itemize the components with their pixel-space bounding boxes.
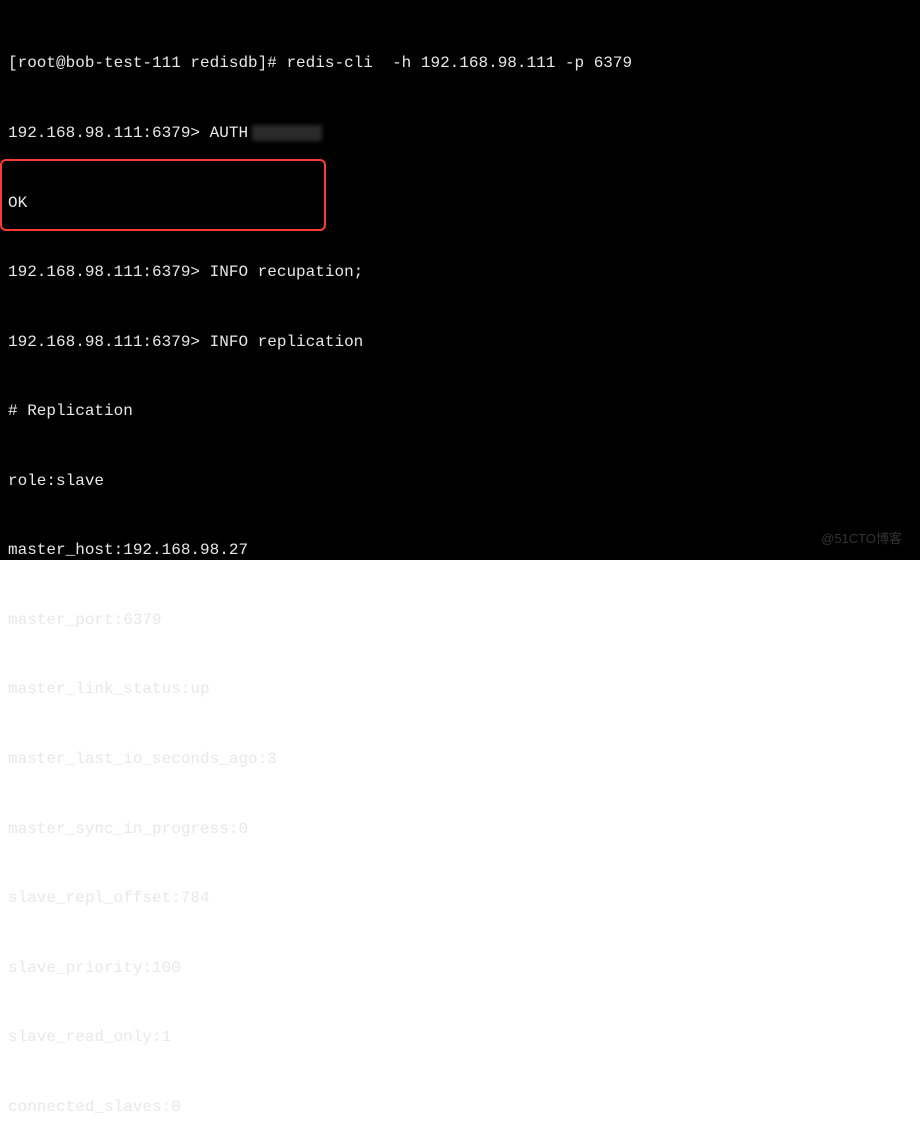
watermark: @51CTO博客 [821,530,902,549]
slave-repl-offset-line: slave_repl_offset:784 [8,887,912,910]
redis-auth-line: 192.168.98.111:6379> AUTH [8,122,912,145]
shell-prompt: [root@bob-test-111 redisdb]# [8,54,286,72]
info-replication-cmd: INFO replication [210,333,364,351]
info-replication-line: 192.168.98.111:6379> INFO replication [8,331,912,354]
auth-cmd: AUTH [210,124,248,142]
shell-line: [root@bob-test-111 redisdb]# redis-cli -… [8,52,912,75]
master-link-status-line: master_link_status:up [8,678,912,701]
info-recupation-cmd: INFO recupation; [210,263,364,281]
replication-heading: # Replication [8,400,912,423]
master-host-line: master_host:192.168.98.27 [8,539,912,562]
redis-prompt: 192.168.98.111:6379> [8,263,210,281]
role-line: role:slave [8,470,912,493]
slave-priority-line: slave_priority:100 [8,957,912,980]
info-recupation-line: 192.168.98.111:6379> INFO recupation; [8,261,912,284]
connected-slaves-line: connected_slaves:0 [8,1096,912,1119]
ok-line: OK [8,192,912,215]
shell-command: redis-cli -h 192.168.98.111 -p 6379 [286,54,632,72]
redacted-password [252,125,322,141]
redis-prompt: 192.168.98.111:6379> [8,124,210,142]
master-port-line: master_port:6379 [8,609,912,632]
terminal-window[interactable]: [root@bob-test-111 redisdb]# redis-cli -… [0,0,920,560]
master-sync-progress-line: master_sync_in_progress:0 [8,818,912,841]
redis-prompt: 192.168.98.111:6379> [8,333,210,351]
slave-read-only-line: slave_read_only:1 [8,1026,912,1049]
master-last-io-line: master_last_io_seconds_ago:3 [8,748,912,771]
